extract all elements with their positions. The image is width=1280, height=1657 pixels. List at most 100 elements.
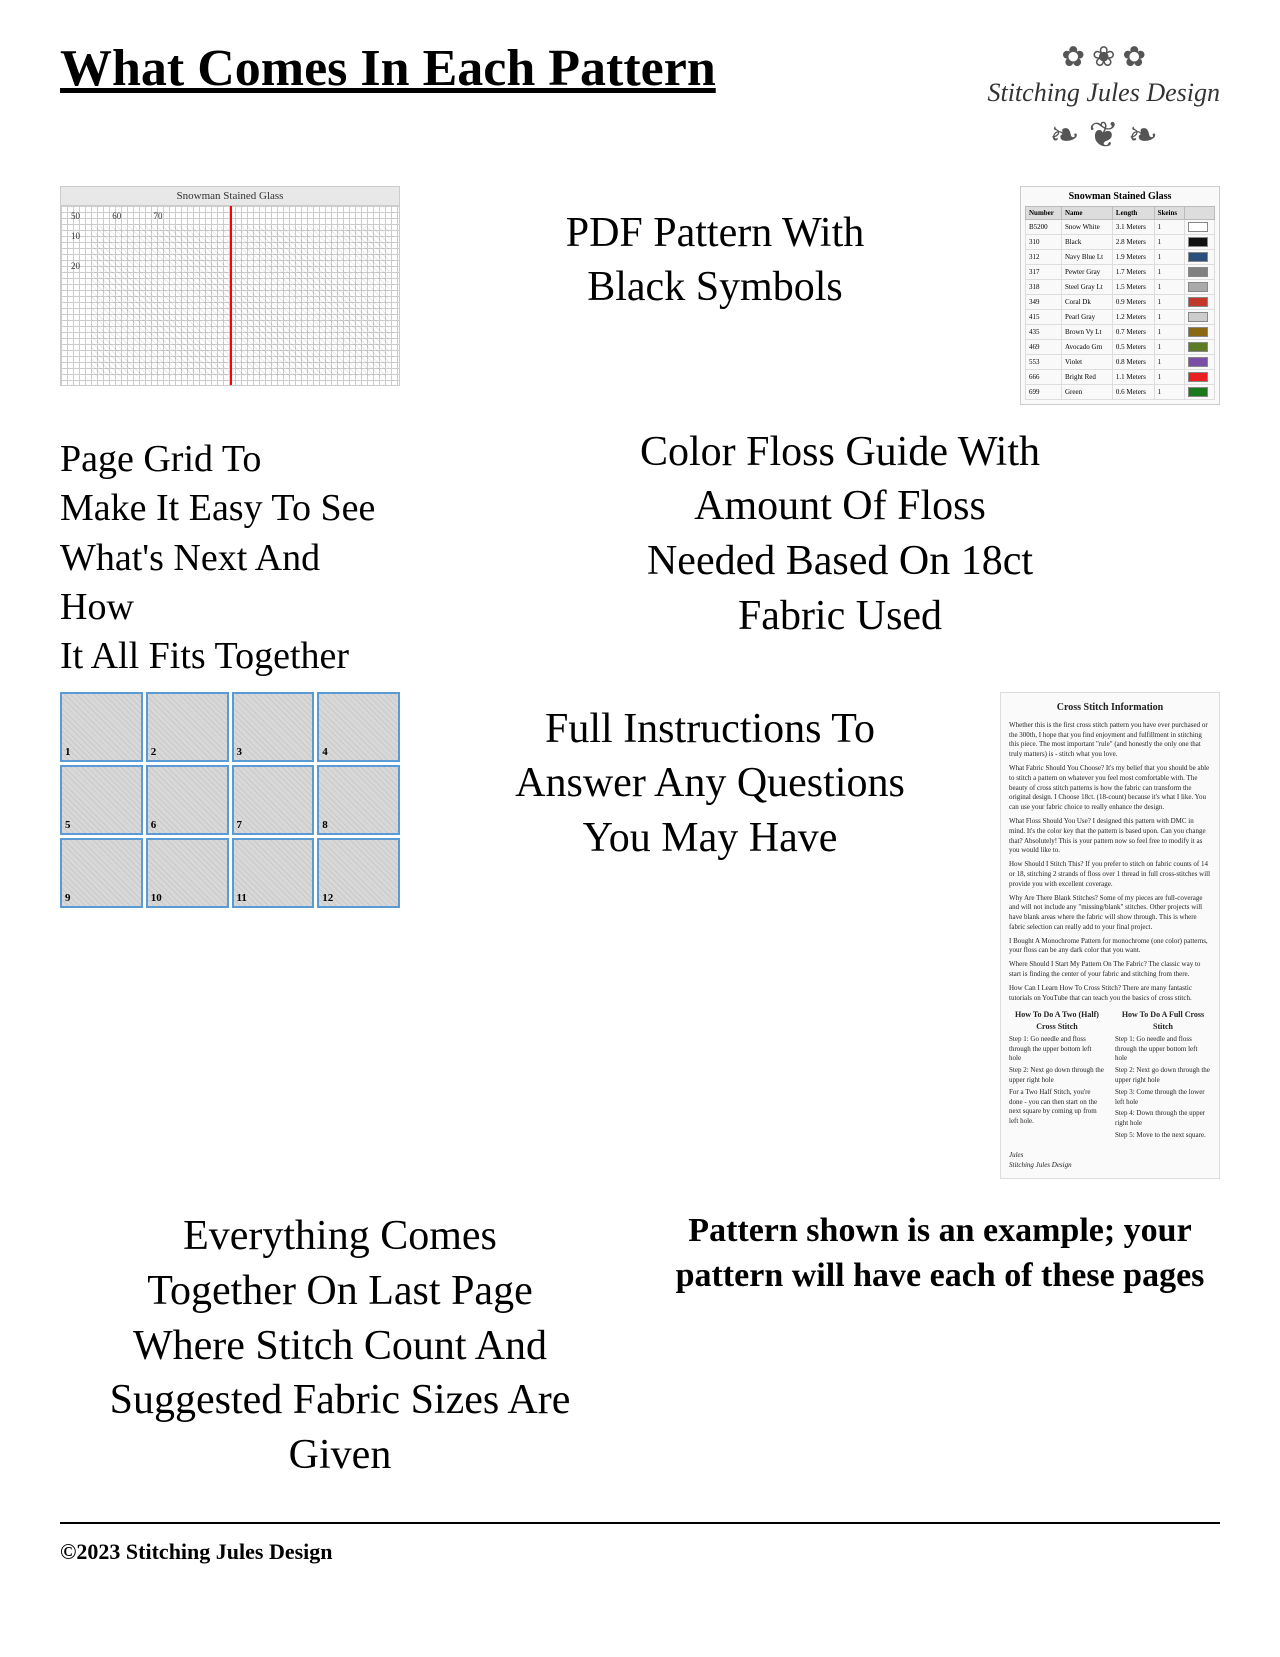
cell-skeins: 1	[1154, 324, 1184, 339]
thumb-inner	[148, 694, 227, 760]
thumb-inner	[234, 694, 313, 760]
thumb-num: 2	[151, 746, 157, 758]
thumb-inner	[62, 840, 141, 906]
floss-guide-mock: Snowman Stained Glass Number Name Length…	[1020, 186, 1220, 405]
thumb-num: 5	[65, 819, 71, 831]
cell-name: Bright Red	[1062, 369, 1113, 384]
brand-swirl: ❧ ❦ ❧	[987, 114, 1220, 156]
cs-paragraph: I Bought A Monochrome Pattern for monoch…	[1009, 937, 1211, 957]
pattern-image-title: Snowman Stained Glass	[61, 187, 399, 206]
cell-name: Steel Gray Lt	[1062, 279, 1113, 294]
cell-number: 310	[1026, 234, 1062, 249]
floss-table: Number Name Length Skeins B5200 Snow Whi…	[1025, 206, 1215, 400]
section-color-floss: Page Grid To Make It Easy To See What's …	[60, 425, 1220, 682]
col-color	[1184, 206, 1215, 219]
page-footer: ©2023 Stitching Jules Design	[60, 1522, 1220, 1565]
table-row: 317 Pewter Gray 1.7 Meters 1	[1026, 264, 1215, 279]
table-row: 415 Pearl Gray 1.2 Meters 1	[1026, 309, 1215, 324]
cell-skeins: 1	[1154, 354, 1184, 369]
cell-length: 0.5 Meters	[1112, 339, 1154, 354]
cell-number: 666	[1026, 369, 1062, 384]
cell-color	[1184, 324, 1215, 339]
cell-skeins: 1	[1154, 384, 1184, 399]
page-grid-label: Page Grid To Make It Easy To See What's …	[60, 425, 400, 682]
thumbnails-container: 123456789101112	[60, 692, 400, 908]
full-step: Step 1: Go needle and floss through the …	[1115, 1035, 1211, 1064]
list-item: 3	[232, 692, 315, 762]
thumb-num: 4	[322, 746, 328, 758]
thumb-inner	[148, 767, 227, 833]
cell-color	[1184, 264, 1215, 279]
list-item: 8	[317, 765, 400, 835]
cs-paragraph: Where Should I Start My Pattern On The F…	[1009, 960, 1211, 980]
table-row: 310 Black 2.8 Meters 1	[1026, 234, 1215, 249]
table-row: 553 Violet 0.8 Meters 1	[1026, 354, 1215, 369]
cell-skeins: 1	[1154, 294, 1184, 309]
list-item: 7	[232, 765, 315, 835]
cell-number: 553	[1026, 354, 1062, 369]
table-row: 312 Navy Blue Lt 1.9 Meters 1	[1026, 249, 1215, 264]
cell-number: 318	[1026, 279, 1062, 294]
floss-guide-preview: Snowman Stained Glass Number Name Length…	[1020, 186, 1220, 405]
instructions-label: Full Instructions To Answer Any Question…	[440, 692, 980, 866]
table-row: 349 Coral Dk 0.9 Meters 1	[1026, 294, 1215, 309]
grid-canvas: 50 60 70 10 20	[61, 206, 399, 386]
table-row: 435 Brown Vy Lt 0.7 Meters 1	[1026, 324, 1215, 339]
table-row: 699 Green 0.6 Meters 1	[1026, 384, 1215, 399]
col-length: Length	[1112, 206, 1154, 219]
cell-name: Black	[1062, 234, 1113, 249]
full-step: Step 4: Down through the upper right hol…	[1115, 1109, 1211, 1129]
cell-color	[1184, 249, 1215, 264]
cell-number: 699	[1026, 384, 1062, 399]
thumb-num: 1	[65, 746, 71, 758]
list-item: 6	[146, 765, 229, 835]
half-stitch-title: How To Do A Two (Half) Cross Stitch	[1009, 1009, 1105, 1031]
cell-color	[1184, 384, 1215, 399]
cell-length: 1.1 Meters	[1112, 369, 1154, 384]
cell-skeins: 1	[1154, 369, 1184, 384]
list-item: 4	[317, 692, 400, 762]
thumb-inner	[62, 767, 141, 833]
section-instructions: 123456789101112 Full Instructions To Ans…	[60, 692, 1220, 1180]
col-name: Name	[1062, 206, 1113, 219]
list-item: 5	[60, 765, 143, 835]
cell-length: 1.9 Meters	[1112, 249, 1154, 264]
cs-paragraph: What Floss Should You Use? I designed th…	[1009, 817, 1211, 856]
thumb-num: 10	[151, 892, 162, 904]
half-step: Step 2: Next go down through the upper r…	[1009, 1066, 1105, 1086]
cell-color	[1184, 294, 1215, 309]
half-step: Step 1: Go needle and floss through the …	[1009, 1035, 1105, 1064]
cell-length: 1.7 Meters	[1112, 264, 1154, 279]
cs-paragraph: Whether this is the first cross stitch p…	[1009, 721, 1211, 760]
cell-number: 312	[1026, 249, 1062, 264]
cell-name: Pewter Gray	[1062, 264, 1113, 279]
pattern-example-label: Pattern shown is an example; your patter…	[660, 1209, 1220, 1297]
full-step: Step 3: Come through the lower left hole	[1115, 1088, 1211, 1108]
cross-stitch-info: Cross Stitch Information Whether this is…	[1000, 692, 1220, 1180]
cell-length: 1.5 Meters	[1112, 279, 1154, 294]
cell-length: 1.2 Meters	[1112, 309, 1154, 324]
cell-number: 415	[1026, 309, 1062, 324]
cell-skeins: 1	[1154, 339, 1184, 354]
cell-name: Coral Dk	[1062, 294, 1113, 309]
page-header: What Comes In Each Pattern ✿ ❀ ✿ Stitchi…	[60, 40, 1220, 156]
cell-color	[1184, 354, 1215, 369]
list-item: 11	[232, 838, 315, 908]
thumb-num: 8	[322, 819, 328, 831]
copyright: ©2023 Stitching Jules Design	[60, 1539, 1220, 1565]
thumb-num: 12	[322, 892, 333, 904]
cs-paragraph: How Can I Learn How To Cross Stitch? The…	[1009, 984, 1211, 1004]
cell-name: Avocado Grn	[1062, 339, 1113, 354]
cell-name: Pearl Gray	[1062, 309, 1113, 324]
cs-info-content: Cross Stitch Information Whether this is…	[1000, 692, 1220, 1180]
thumb-num: 9	[65, 892, 71, 904]
page-title: What Comes In Each Pattern	[60, 40, 716, 97]
col-skeins: Skeins	[1154, 206, 1184, 219]
list-item: 10	[146, 838, 229, 908]
cell-number: B5200	[1026, 219, 1062, 234]
full-step: Step 5: Move to the next square.	[1115, 1131, 1211, 1141]
table-row: 318 Steel Gray Lt 1.5 Meters 1	[1026, 279, 1215, 294]
brand-logo: ✿ ❀ ✿ Stitching Jules Design ❧ ❦ ❧	[987, 40, 1220, 156]
cell-name: Snow White	[1062, 219, 1113, 234]
cell-color	[1184, 279, 1215, 294]
